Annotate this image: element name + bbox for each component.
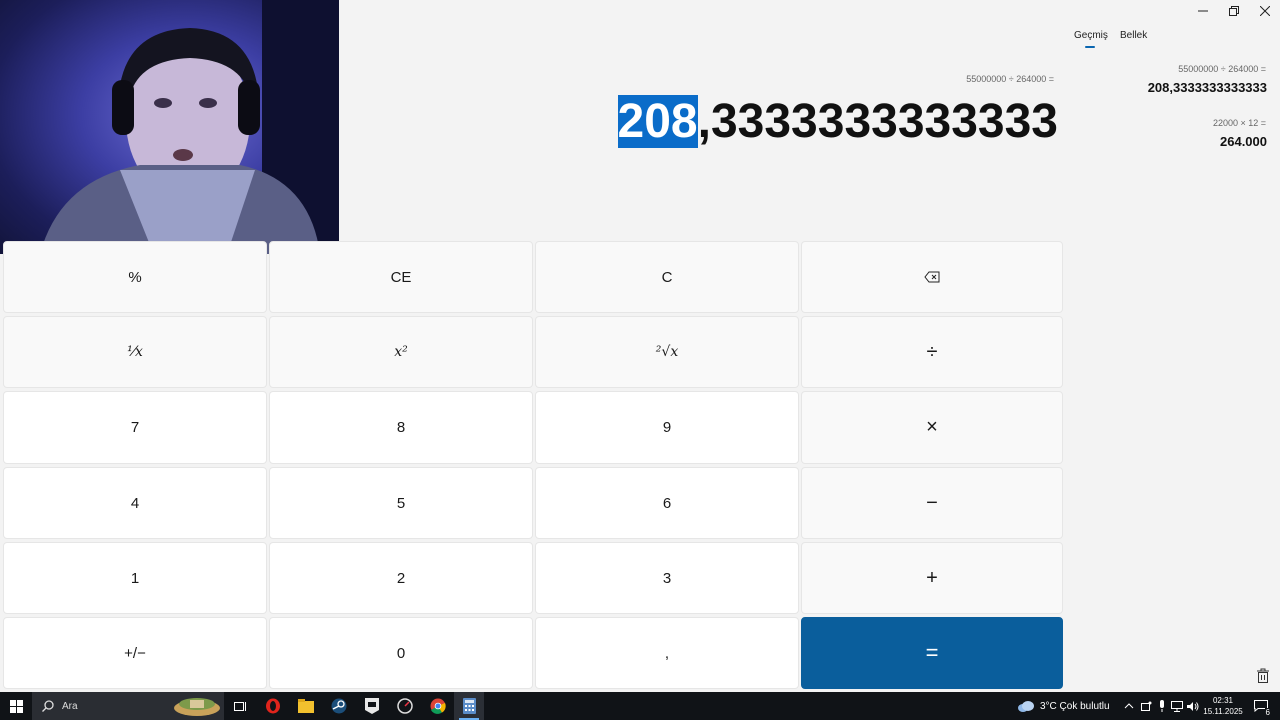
taskbar-app-calculator[interactable]	[454, 692, 484, 720]
divide-button[interactable]: ÷	[801, 316, 1063, 388]
close-button[interactable]	[1249, 0, 1280, 22]
calculator-window: 55000000 ÷ 264000 = 208,3333333333333 Ge…	[0, 0, 1280, 692]
digit-1-button[interactable]: 1	[3, 542, 267, 614]
calculator-icon	[462, 698, 476, 714]
clear-button[interactable]: C	[535, 241, 799, 313]
weather-text[interactable]: 3°C Çok bulutlu	[1040, 692, 1110, 720]
search-placeholder: Ara	[62, 700, 78, 712]
clock-date: 15.11.2025	[1203, 707, 1243, 716]
multiply-button[interactable]: ×	[801, 391, 1063, 464]
square-button[interactable]: x²	[269, 316, 533, 388]
tray-app-icon[interactable]	[1139, 692, 1153, 720]
clock-button[interactable]: 02:31 15.11.2025	[1203, 692, 1243, 720]
decimal-button[interactable]: ,	[535, 617, 799, 689]
active-tab-indicator	[1085, 46, 1095, 48]
digit-8-button[interactable]: 8	[269, 391, 533, 464]
digit-4-button[interactable]: 4	[3, 467, 267, 539]
history-item-result[interactable]: 264.000	[1220, 134, 1267, 149]
taskbar-app-file-explorer[interactable]	[291, 692, 321, 720]
folder-icon	[298, 699, 314, 713]
tab-history[interactable]: Geçmiş	[1074, 30, 1108, 41]
minimize-button[interactable]	[1187, 0, 1219, 22]
minus-button[interactable]: −	[801, 467, 1063, 539]
notification-count: 6	[1264, 708, 1271, 717]
network-button[interactable]	[1170, 692, 1184, 720]
show-hidden-icons-button[interactable]	[1122, 692, 1136, 720]
taskbar-search[interactable]: Ara	[32, 692, 224, 720]
tab-memory[interactable]: Bellek	[1120, 30, 1147, 41]
backspace-button[interactable]	[801, 241, 1063, 313]
steam-icon	[331, 698, 347, 714]
gauge-icon	[397, 698, 413, 714]
taskbar-app-opera[interactable]	[258, 692, 288, 720]
result-selected-text: 208	[617, 95, 698, 148]
close-icon	[1260, 6, 1270, 16]
start-button[interactable]	[0, 692, 32, 720]
chevron-up-icon	[1124, 703, 1134, 709]
history-item-expression[interactable]: 55000000 ÷ 264000 =	[1178, 64, 1266, 74]
opera-icon	[266, 698, 280, 714]
network-icon	[1171, 700, 1183, 712]
task-view-icon	[233, 702, 246, 711]
taskbar-app-chrome[interactable]	[423, 692, 453, 720]
epic-games-icon	[365, 698, 379, 714]
tray-window-icon	[1140, 701, 1151, 711]
taskbar: Ara 3°C Çok bulutlu 02:31 15.11.2025 6	[0, 692, 1280, 720]
clear-history-trash-icon[interactable]	[1256, 668, 1270, 684]
notifications-button[interactable]: 6	[1249, 692, 1273, 720]
clear-entry-button[interactable]: CE	[269, 241, 533, 313]
current-expression: 55000000 ÷ 264000 =	[966, 74, 1054, 84]
taskbar-app-steam[interactable]	[324, 692, 354, 720]
taskbar-app-epic-games[interactable]	[357, 692, 387, 720]
microphone-button[interactable]	[1155, 692, 1169, 720]
equals-button[interactable]: =	[801, 617, 1063, 689]
digit-9-button[interactable]: 9	[535, 391, 799, 464]
history-item-result[interactable]: 208,3333333333333	[1148, 80, 1267, 95]
search-icon	[42, 700, 54, 712]
task-view-button[interactable]	[225, 692, 255, 720]
digit-7-button[interactable]: 7	[3, 391, 267, 464]
digit-6-button[interactable]: 6	[535, 467, 799, 539]
streamer-silhouette	[40, 0, 339, 254]
percent-button[interactable]: %	[3, 241, 267, 313]
backspace-icon	[924, 271, 940, 283]
result-display: 208,3333333333333	[617, 94, 1058, 149]
minimize-icon	[1198, 10, 1208, 12]
history-item-expression[interactable]: 22000 × 12 =	[1213, 118, 1266, 128]
volume-icon	[1187, 701, 1199, 711]
search-highlight-icon	[174, 698, 220, 716]
microphone-icon	[1160, 700, 1164, 712]
cloud-icon	[1018, 701, 1034, 712]
result-remaining-text: ,3333333333333	[697, 95, 1058, 148]
digit-5-button[interactable]: 5	[269, 467, 533, 539]
digit-3-button[interactable]: 3	[535, 542, 799, 614]
reciprocal-button[interactable]: ⅟x	[3, 316, 267, 388]
webcam-overlay	[0, 0, 339, 254]
clock-time: 02:31	[1212, 696, 1234, 705]
negate-button[interactable]: +/−	[3, 617, 267, 689]
plus-button[interactable]: +	[801, 542, 1063, 614]
digit-2-button[interactable]: 2	[269, 542, 533, 614]
taskbar-app-speedometer[interactable]	[390, 692, 420, 720]
windows-logo-icon	[9, 699, 23, 713]
weather-button[interactable]	[1016, 692, 1036, 720]
digit-0-button[interactable]: 0	[269, 617, 533, 689]
chrome-icon	[430, 698, 446, 714]
square-root-button[interactable]: ²√x	[535, 316, 799, 388]
volume-button[interactable]	[1186, 692, 1200, 720]
restore-icon	[1229, 6, 1239, 16]
restore-button[interactable]	[1218, 0, 1250, 22]
